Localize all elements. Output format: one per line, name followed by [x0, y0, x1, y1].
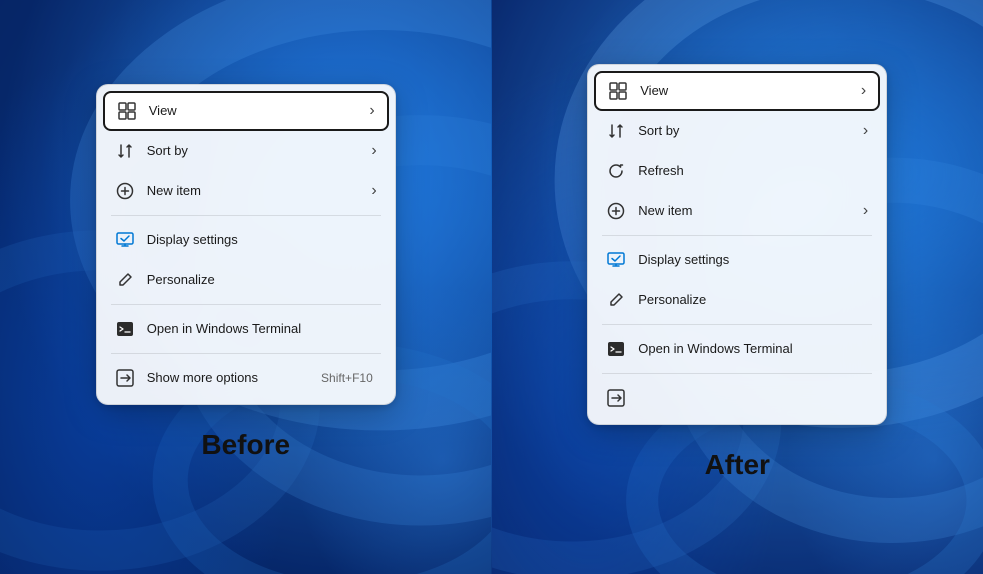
after-view-icon [608, 81, 628, 101]
after-menu-display[interactable]: Display settings [594, 240, 880, 280]
before-personalize-label: Personalize [147, 272, 377, 287]
after-divider-2 [602, 324, 872, 325]
after-sort-icon [606, 121, 626, 141]
before-divider-3 [111, 353, 381, 354]
after-menu-newitem[interactable]: New item [594, 191, 880, 231]
before-display-label: Display settings [147, 232, 377, 247]
after-personalize-label: Personalize [638, 292, 868, 307]
after-moreoptions-icon [606, 388, 626, 408]
before-moreoptions-label: Show more options [147, 370, 321, 385]
after-display-label: Display settings [638, 252, 868, 267]
before-divider-2 [111, 304, 381, 305]
before-terminal-label: Open in Windows Terminal [147, 321, 377, 336]
after-view-label: View [640, 83, 866, 98]
before-menu-sortby[interactable]: Sort by [103, 131, 389, 171]
after-sortby-label: Sort by [638, 123, 868, 138]
before-display-icon [115, 230, 135, 250]
after-context-menu: View Sort by Refresh [587, 64, 887, 425]
before-menu-display[interactable]: Display settings [103, 220, 389, 260]
after-display-icon [606, 250, 626, 270]
after-newitem-label: New item [638, 203, 868, 218]
after-terminal-icon [606, 339, 626, 359]
after-menu-refresh[interactable]: Refresh [594, 151, 880, 191]
after-menu-terminal[interactable]: Open in Windows Terminal [594, 329, 880, 369]
before-personalize-icon [115, 270, 135, 290]
after-panel: View Sort by Refresh [492, 0, 983, 574]
before-newitem-icon [115, 181, 135, 201]
before-divider-1 [111, 215, 381, 216]
before-menu-view[interactable]: View [103, 91, 389, 131]
after-label: After [705, 449, 770, 481]
before-view-icon [117, 101, 137, 121]
after-refresh-label: Refresh [638, 163, 868, 178]
before-label: Before [201, 429, 290, 461]
after-menu-moreoptions[interactable] [594, 378, 880, 418]
before-newitem-label: New item [147, 183, 377, 198]
before-sort-icon [115, 141, 135, 161]
before-menu-personalize[interactable]: Personalize [103, 260, 389, 300]
before-moreoptions-shortcut: Shift+F10 [321, 371, 377, 385]
before-view-label: View [149, 103, 375, 118]
before-moreoptions-icon [115, 368, 135, 388]
after-menu-personalize[interactable]: Personalize [594, 280, 880, 320]
before-menu-terminal[interactable]: Open in Windows Terminal [103, 309, 389, 349]
before-terminal-icon [115, 319, 135, 339]
after-personalize-icon [606, 290, 626, 310]
before-sortby-label: Sort by [147, 143, 377, 158]
after-newitem-icon [606, 201, 626, 221]
before-panel: View Sort by New item [0, 0, 492, 574]
after-terminal-label: Open in Windows Terminal [638, 341, 868, 356]
before-menu-newitem[interactable]: New item [103, 171, 389, 211]
before-context-menu: View Sort by New item [96, 84, 396, 405]
after-divider-1 [602, 235, 872, 236]
after-divider-3 [602, 373, 872, 374]
after-menu-sortby[interactable]: Sort by [594, 111, 880, 151]
after-menu-view[interactable]: View [594, 71, 880, 111]
before-menu-moreoptions[interactable]: Show more options Shift+F10 [103, 358, 389, 398]
after-refresh-icon [606, 161, 626, 181]
